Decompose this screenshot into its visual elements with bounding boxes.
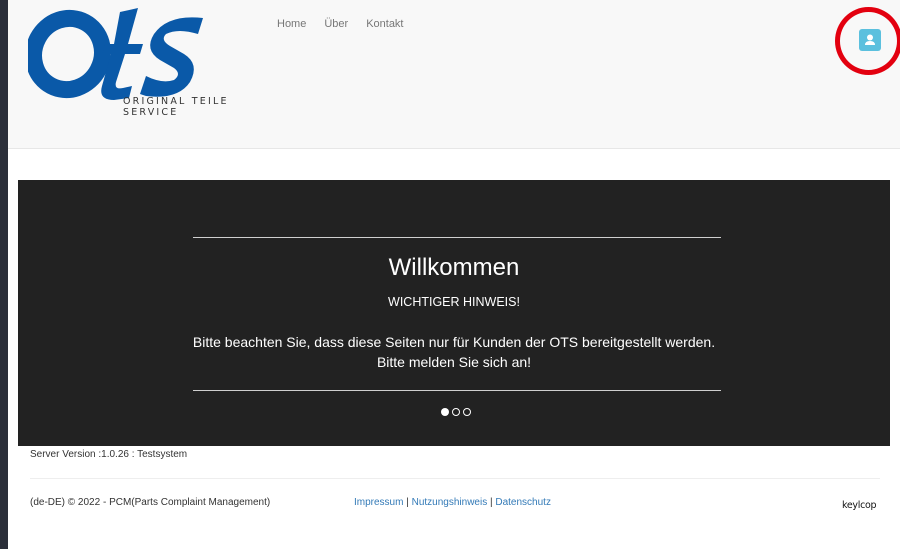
welcome-carousel: Willkommen WICHTIGER HINWEIS! Bitte beac… [18, 180, 890, 446]
carousel-indicator-dot[interactable] [463, 408, 471, 416]
nutzungshinweis-link[interactable]: Nutzungshinweis [412, 497, 488, 508]
copyright-text: (de-DE) © 2022 - PCM(Parts Complaint Man… [30, 497, 271, 508]
link-separator: | [403, 497, 412, 508]
header: ORIGINAL TEILE SERVICE Home Über Kontakt [8, 0, 900, 149]
carousel-divider-bottom [193, 390, 721, 391]
server-version: Server Version :1.0.26 : Testsystem [30, 449, 188, 460]
impressum-link[interactable]: Impressum [354, 497, 403, 508]
carousel-message: Bitte beachten Sie, dass diese Seiten nu… [192, 334, 716, 370]
main-nav: Home Über Kontakt [277, 18, 404, 30]
footer-divider [30, 478, 880, 479]
page: ORIGINAL TEILE SERVICE Home Über Kontakt… [8, 0, 900, 549]
ots-logo[interactable]: ORIGINAL TEILE SERVICE [25, 4, 278, 118]
keylcop-brand: keylcop [842, 500, 877, 511]
carousel-subtitle: WICHTIGER HINWEIS! [388, 295, 520, 309]
carousel-indicators [441, 408, 471, 416]
nav-ueber[interactable]: Über [324, 18, 348, 30]
carousel-title: Willkommen [388, 254, 520, 281]
carousel-divider-top [193, 237, 721, 238]
ots-logo-mark [25, 8, 203, 100]
carousel-indicator-dot[interactable] [452, 408, 460, 416]
carousel-indicator-dot[interactable] [441, 408, 449, 416]
footer-links: Impressum | Nutzungshinweis | Datenschut… [354, 497, 551, 508]
datenschutz-link[interactable]: Datenschutz [495, 497, 551, 508]
nav-kontakt[interactable]: Kontakt [366, 18, 403, 30]
user-icon [865, 34, 875, 45]
user-login-button[interactable] [859, 29, 881, 51]
logo-tagline: ORIGINAL TEILE SERVICE [123, 96, 229, 118]
nav-home[interactable]: Home [277, 18, 306, 30]
